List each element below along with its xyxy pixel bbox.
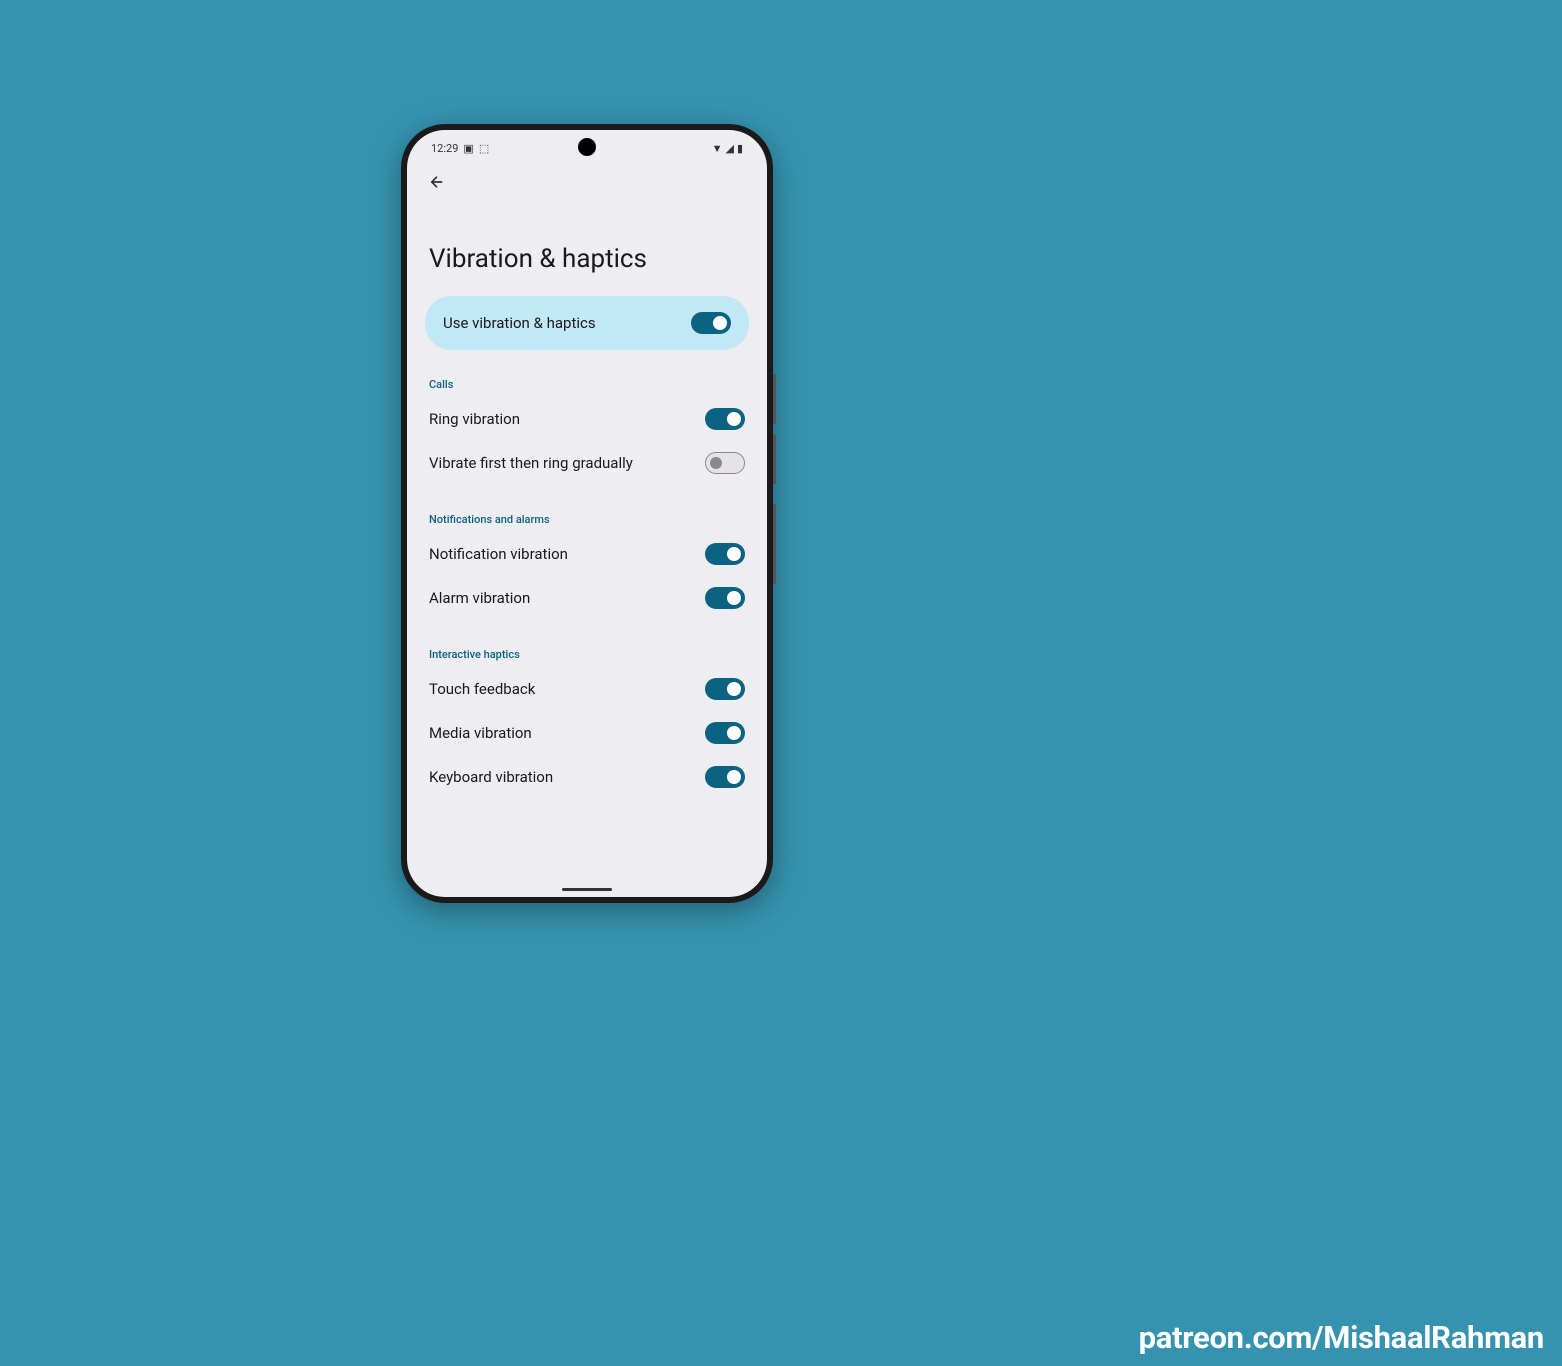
back-button[interactable] xyxy=(425,170,449,194)
setting-keyboard-vibration[interactable]: Keyboard vibration xyxy=(407,755,767,799)
volume-down-button[interactable] xyxy=(773,434,776,484)
arrow-left-icon xyxy=(428,173,446,191)
wifi-icon: ▼ xyxy=(712,142,723,155)
setting-label: Keyboard vibration xyxy=(429,768,553,786)
bug-icon: ⬚ xyxy=(479,142,489,155)
header-bar xyxy=(407,160,767,198)
setting-ring-vibration[interactable]: Ring vibration xyxy=(407,397,767,441)
camera-notch xyxy=(578,138,596,156)
setting-touch-feedback[interactable]: Touch feedback xyxy=(407,667,767,711)
page-title: Vibration & haptics xyxy=(407,198,767,296)
media-vibration-switch[interactable] xyxy=(705,722,745,744)
ring-vibration-switch[interactable] xyxy=(705,408,745,430)
setting-label: Vibrate first then ring gradually xyxy=(429,454,633,472)
status-right: ▼ ◢ ▮ xyxy=(712,142,743,155)
notification-vibration-switch[interactable] xyxy=(705,543,745,565)
section-header-interactive: Interactive haptics xyxy=(407,620,767,667)
section-header-notifications: Notifications and alarms xyxy=(407,485,767,532)
screen: 12:29 ▣ ⬚ ▼ ◢ ▮ Vibration & haptics Use … xyxy=(407,130,767,897)
volume-up-button[interactable] xyxy=(773,374,776,424)
main-toggle-switch[interactable] xyxy=(691,312,731,334)
battery-icon: ▮ xyxy=(737,142,743,155)
alarm-vibration-switch[interactable] xyxy=(705,587,745,609)
keyboard-vibration-switch[interactable] xyxy=(705,766,745,788)
setting-vibrate-first[interactable]: Vibrate first then ring gradually xyxy=(407,441,767,485)
toggle-thumb xyxy=(727,547,741,561)
toggle-thumb xyxy=(710,457,722,469)
power-button[interactable] xyxy=(773,504,776,584)
touch-feedback-switch[interactable] xyxy=(705,678,745,700)
setting-notification-vibration[interactable]: Notification vibration xyxy=(407,532,767,576)
setting-media-vibration[interactable]: Media vibration xyxy=(407,711,767,755)
main-toggle-label: Use vibration & haptics xyxy=(443,314,596,332)
vibrate-first-switch[interactable] xyxy=(705,452,745,474)
phone-frame: 12:29 ▣ ⬚ ▼ ◢ ▮ Vibration & haptics Use … xyxy=(401,124,773,903)
status-left: 12:29 ▣ ⬚ xyxy=(431,142,489,155)
toggle-thumb xyxy=(713,316,727,330)
section-header-calls: Calls xyxy=(407,350,767,397)
toggle-thumb xyxy=(727,726,741,740)
setting-label: Alarm vibration xyxy=(429,589,530,607)
toggle-thumb xyxy=(727,770,741,784)
watermark: patreon.com/MishaalRahman xyxy=(1139,1319,1544,1356)
setting-label: Ring vibration xyxy=(429,410,520,428)
setting-label: Touch feedback xyxy=(429,680,535,698)
setting-alarm-vibration[interactable]: Alarm vibration xyxy=(407,576,767,620)
setting-label: Media vibration xyxy=(429,724,532,742)
debug-icon: ▣ xyxy=(463,142,473,155)
setting-label: Notification vibration xyxy=(429,545,568,563)
toggle-thumb xyxy=(727,412,741,426)
toggle-thumb xyxy=(727,682,741,696)
navigation-bar[interactable] xyxy=(562,888,612,891)
main-toggle-card[interactable]: Use vibration & haptics xyxy=(425,296,749,350)
status-time: 12:29 xyxy=(431,142,458,155)
toggle-thumb xyxy=(727,591,741,605)
signal-icon: ◢ xyxy=(725,142,733,155)
